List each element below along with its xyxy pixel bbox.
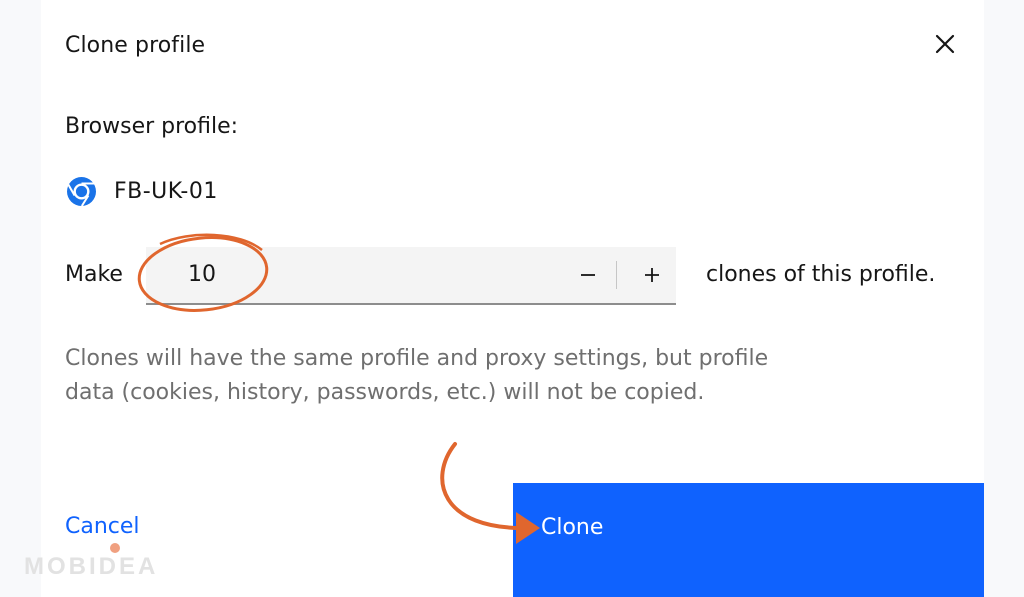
clone-button[interactable]: Clone: [513, 483, 984, 597]
profile-row: FB-UK-01: [65, 174, 218, 208]
watermark-logo: MOBIDEA: [24, 553, 159, 580]
clone-button-label: Clone: [541, 515, 604, 540]
increment-button[interactable]: [632, 251, 672, 299]
make-label: Make: [65, 262, 123, 287]
chrome-icon: [67, 176, 96, 207]
cancel-button[interactable]: Cancel: [65, 514, 140, 539]
browser-profile-label: Browser profile:: [65, 114, 239, 139]
helper-text: Clones will have the same profile and pr…: [65, 346, 769, 405]
clones-suffix-label: clones of this profile.: [706, 262, 936, 287]
minus-icon: [581, 274, 595, 276]
clone-count-input[interactable]: 10: [188, 247, 216, 303]
clone-profile-dialog: Clone profile Browser profile: FB-UK-01 …: [41, 0, 984, 597]
profile-name: FB-UK-01: [114, 178, 218, 204]
close-button[interactable]: [925, 24, 965, 64]
plus-icon: [645, 268, 659, 282]
close-icon: [935, 34, 955, 54]
decrement-button[interactable]: [568, 251, 608, 299]
clone-count-stepper[interactable]: 10: [146, 247, 676, 305]
dialog-title: Clone profile: [65, 33, 206, 58]
stepper-divider: [616, 261, 617, 289]
